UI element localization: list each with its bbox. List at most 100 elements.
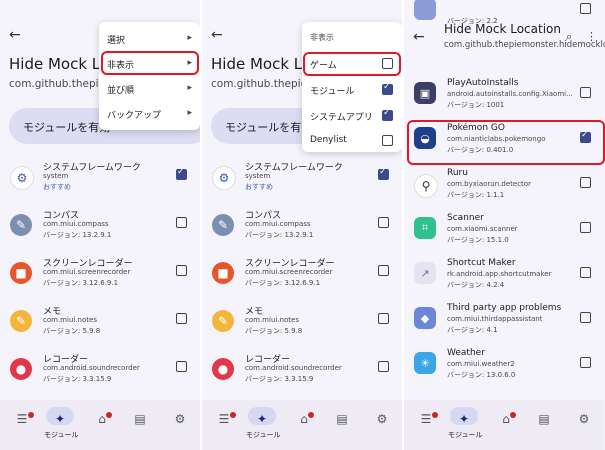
app-version: バージョン: 2.2: [447, 17, 498, 25]
app-version: バージョン: 13.2.9.1: [245, 231, 314, 239]
hide-system-apps-checkbox[interactable]: [382, 108, 393, 121]
app-row[interactable]: ✎ メモ com.miui.notes バージョン: 5.9.8: [0, 304, 200, 350]
app-version: バージョン: 13.0.6.0: [447, 371, 516, 379]
app-checkbox[interactable]: [176, 361, 187, 372]
app-name: Weather: [447, 348, 485, 358]
page-package: com.github.thepiemonster.hidemocklocatio…: [444, 40, 605, 50]
app-name: Ruru: [447, 168, 468, 178]
record-icon: ●: [212, 358, 234, 380]
app-package: com.xiaomi.scanner: [447, 225, 518, 233]
app-checkbox[interactable]: [176, 313, 187, 324]
app-checkbox[interactable]: [378, 217, 389, 228]
hide-denylist-checkbox[interactable]: [382, 135, 393, 146]
hide-modules-checkbox[interactable]: [382, 82, 393, 95]
app-checkbox[interactable]: [176, 167, 187, 180]
clipboard-icon[interactable]: ▤: [132, 412, 148, 426]
hide-modules-item[interactable]: モジュール: [310, 84, 354, 97]
app-row[interactable]: ⚙ システムフレームワーク system おすすめ: [0, 160, 200, 206]
app-checkbox[interactable]: [580, 177, 591, 188]
screen-panel-2: ← Hide Mock Location com.github.thepiem …: [202, 0, 402, 450]
app-checkbox[interactable]: [378, 167, 389, 180]
app-version: バージョン: 4.1: [447, 326, 498, 334]
app-checkbox[interactable]: [580, 312, 591, 323]
app-version: おすすめ: [245, 183, 273, 191]
settings-icon[interactable]: ⚙: [172, 412, 188, 426]
app-checkbox[interactable]: [580, 3, 591, 14]
app-version: バージョン: 1.1.1: [447, 191, 505, 199]
app-package: com.miui.compass: [245, 220, 311, 228]
app-row[interactable]: ✎ メモ com.miui.notes バージョン: 5.9.8: [202, 304, 402, 350]
app-name: Shortcut Maker: [447, 258, 516, 268]
scan-icon: ⌗: [414, 217, 436, 239]
android-icon: ▣: [414, 82, 436, 104]
settings-icon[interactable]: ⚙: [374, 412, 390, 426]
puzzle-icon[interactable]: ✦: [52, 412, 68, 426]
app-row[interactable]: ⚙ システムフレームワーク system おすすめ: [202, 160, 402, 206]
app-checkbox[interactable]: [580, 357, 591, 368]
puzzle-icon[interactable]: ✦: [254, 412, 270, 426]
app-package: com.android.soundrecorder: [43, 364, 140, 372]
app-row[interactable]: ✎ コンパス com.miui.compass バージョン: 13.2.9.1: [202, 208, 402, 254]
clipboard-icon[interactable]: ▤: [536, 412, 552, 426]
app-icon: [414, 0, 436, 20]
highlight-box: [101, 51, 199, 75]
app-row[interactable]: ↗ Shortcut Maker rk.android.app.shortcutma…: [404, 258, 604, 304]
back-arrow-icon[interactable]: ←: [211, 27, 223, 43]
menu-item-sort[interactable]: 並び順: [107, 83, 134, 96]
clipboard-icon[interactable]: ▤: [334, 412, 350, 426]
app-row[interactable]: ■ スクリーンレコーダー com.miui.screenrecorder バージョン:…: [0, 256, 200, 302]
menu-item-select[interactable]: 選択: [107, 33, 125, 46]
app-row[interactable]: ⌗ Scanner com.xiaomi.scanner バージョン: 15.1.0: [404, 213, 604, 259]
hide-system-apps-item[interactable]: システムアプリ: [310, 110, 373, 123]
app-checkbox[interactable]: [580, 87, 591, 98]
app-row[interactable]: バージョン: 2.2: [404, 0, 604, 40]
app-version: バージョン: 3.12.6.9.1: [245, 279, 321, 287]
app-row[interactable]: ▣ PlayAutoInstalls android.autoinstalls.co…: [404, 78, 604, 124]
app-version: バージョン: 3.12.6.9.1: [43, 279, 119, 287]
app-checkbox[interactable]: [378, 361, 389, 372]
app-checkbox[interactable]: [176, 217, 187, 228]
app-package: system: [43, 172, 69, 180]
app-package: com.miui.compass: [43, 220, 109, 228]
video-icon: ■: [10, 262, 32, 284]
notes-icon: ✎: [10, 310, 32, 332]
overflow-menu: 選択 ▸ 非表示 ▸ 並び順 ▸ バックアップ ▸: [99, 22, 200, 130]
app-row[interactable]: ⚲ Ruru com.byxiaorun.detector バージョン: 1.1.1: [404, 168, 604, 214]
app-row[interactable]: ■ スクリーンレコーダー com.miui.screenrecorder バージョン:…: [202, 256, 402, 302]
app-checkbox[interactable]: [580, 222, 591, 233]
app-row[interactable]: ● レコーダー com.android.soundrecorder バージョン: 3.…: [202, 352, 402, 398]
app-checkbox[interactable]: [378, 313, 389, 324]
highlight-box: [407, 120, 605, 165]
app-checkbox[interactable]: [176, 265, 187, 276]
enable-module-label: モジュールを有効: [225, 121, 313, 134]
app-name: Scanner: [447, 213, 484, 223]
app-package: com.miui.notes: [245, 316, 299, 324]
bottom-nav: ☰ ✦ モジュール ⌂ ▤ ⚙: [0, 400, 200, 450]
app-checkbox[interactable]: [378, 265, 389, 276]
app-version: バージョン: 15.1.0: [447, 236, 509, 244]
settings-icon[interactable]: ⚙: [576, 412, 592, 426]
gear-icon: ⚙: [10, 166, 34, 190]
hide-denylist-item[interactable]: Denylist: [310, 135, 347, 145]
highlight-box: [303, 52, 401, 76]
menu-item-backup[interactable]: バックアップ: [107, 108, 161, 121]
app-package: android.autoinstalls.config.Xiaomi...: [447, 90, 573, 98]
puzzle-icon[interactable]: ✦: [456, 412, 472, 426]
submenu-title: 非表示: [310, 33, 334, 42]
app-version: バージョン: 3.3.15.9: [245, 375, 314, 383]
app-row[interactable]: ☀ Weather com.miui.weather2 バージョン: 13.0.6.0: [404, 348, 604, 394]
hide-submenu: 非表示 ゲーム モジュール システムアプリ Denylist: [302, 22, 402, 152]
bottom-nav: ☰ ✦ モジュール ⌂ ▤ ⚙: [404, 400, 604, 450]
app-row[interactable]: ✎ コンパス com.miui.compass バージョン: 13.2.9.1: [0, 208, 200, 254]
back-arrow-icon[interactable]: ←: [9, 27, 21, 43]
app-row[interactable]: ● レコーダー com.android.soundrecorder バージョン: 3.…: [0, 352, 200, 398]
app-package: com.miui.weather2: [447, 360, 515, 368]
app-version: バージョン: 5.9.8: [43, 327, 101, 335]
app-name: Third party app problems: [447, 303, 562, 313]
app-version: バージョン: 1001: [447, 101, 505, 109]
app-version: バージョン: 5.9.8: [245, 327, 303, 335]
nav-modules-label: モジュール: [246, 431, 281, 439]
app-package: com.miui.thirdappassistant: [447, 315, 543, 323]
app-checkbox[interactable]: [580, 267, 591, 278]
app-row[interactable]: ◆ Third party app problems com.miui.thirda…: [404, 303, 604, 349]
